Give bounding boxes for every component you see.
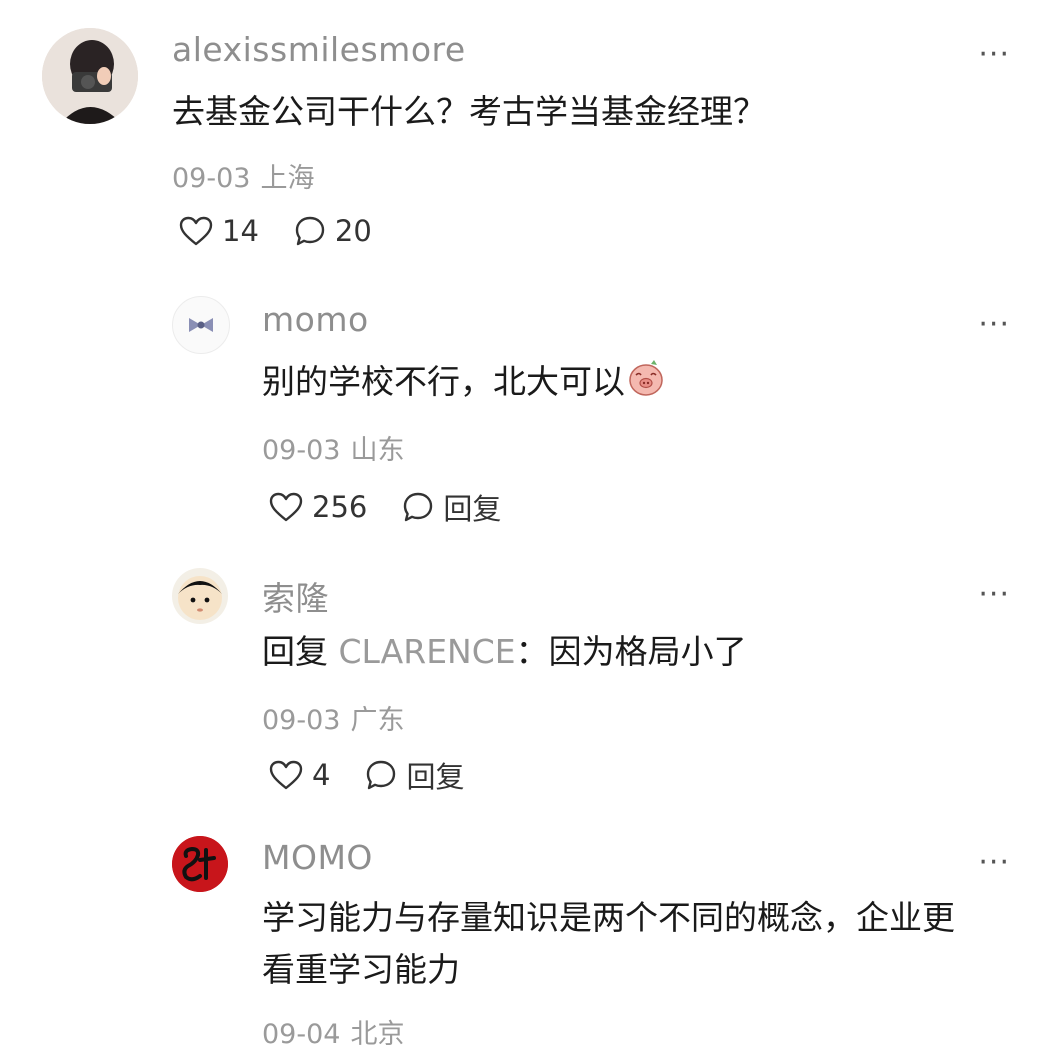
avatar[interactable] — [42, 28, 138, 124]
pig-emoji — [627, 359, 665, 412]
reply-label: 回复 — [443, 492, 502, 526]
heart-icon — [269, 760, 303, 790]
comment-meta: 09-03 广东 — [262, 698, 404, 737]
reply-button[interactable]: 回复 — [364, 754, 464, 796]
like-count: 14 — [222, 214, 259, 248]
more-options-button[interactable]: ··· — [978, 310, 1010, 340]
comment-date: 09-03 — [262, 435, 341, 466]
comment-location: 广东 — [350, 705, 405, 736]
comment-bubble-icon — [367, 760, 396, 790]
comment-text: 学习能力与存量知识是两个不同的概念，企业更 看重学习能力 — [262, 892, 955, 996]
more-options-button[interactable]: ··· — [978, 580, 1010, 610]
comment-text: 回复 CLARENCE：因为格局小了 — [262, 626, 747, 678]
comment-date: 09-03 — [262, 705, 341, 736]
username[interactable]: momo — [262, 300, 369, 339]
username[interactable]: MOMO — [262, 838, 373, 877]
logo-avatar-icon — [172, 836, 228, 892]
like-button[interactable]: 4 — [268, 758, 330, 792]
like-count: 256 — [312, 490, 368, 524]
heart-icon — [179, 216, 213, 246]
comment-actions: 4 回复 — [268, 754, 498, 796]
reply-button[interactable]: 20 — [293, 214, 372, 248]
comment-meta: 09-04 北京 — [262, 1012, 404, 1051]
like-count: 4 — [312, 758, 331, 792]
reply-label: 回复 — [406, 760, 465, 794]
heart-icon — [269, 492, 303, 522]
comment-text-body: ：因为格局小了 — [515, 632, 747, 671]
reply-label: 20 — [334, 214, 372, 248]
comment-text: 别的学校不行，北大可以 — [262, 356, 665, 412]
mention-link[interactable]: CLARENCE — [339, 632, 516, 671]
comment-bubble-icon — [404, 492, 433, 522]
username[interactable]: 索隆 — [262, 572, 329, 620]
comment-text-body: 别的学校不行，北大可以 — [262, 362, 625, 401]
comment-location: 北京 — [350, 1019, 405, 1050]
comment-date: 09-04 — [262, 1019, 341, 1050]
comment-text: 去基金公司干什么？考古学当基金经理？ — [172, 92, 766, 131]
more-options-button[interactable]: ··· — [978, 40, 1010, 70]
avatar[interactable] — [172, 836, 228, 892]
cartoon-face-icon — [178, 576, 222, 620]
like-button[interactable]: 256 — [268, 490, 367, 524]
comment-text-line: 学习能力与存量知识是两个不同的概念，企业更 — [262, 898, 955, 937]
comment-actions: 14 20 — [178, 214, 406, 248]
avatar-photo-icon — [42, 28, 138, 124]
comment-location: 山东 — [350, 435, 405, 466]
bow-icon — [189, 318, 213, 332]
username[interactable]: alexissmilesmore — [172, 30, 466, 69]
comment-meta: 09-03 上海 — [172, 156, 314, 195]
comment-meta: 09-03 山东 — [262, 428, 404, 467]
comment-text-line: 看重学习能力 — [262, 950, 460, 989]
reply-prefix: 回复 — [262, 632, 328, 671]
reply-button[interactable]: 回复 — [401, 486, 501, 528]
avatar[interactable] — [172, 296, 230, 354]
more-options-button[interactable]: ··· — [978, 848, 1010, 878]
comment-actions: 256 回复 — [268, 486, 535, 528]
avatar[interactable] — [172, 568, 228, 624]
comment-location: 上海 — [260, 163, 315, 194]
like-button[interactable]: 14 — [178, 214, 259, 248]
comment-bubble-icon — [295, 216, 325, 246]
comment-date: 09-03 — [172, 163, 251, 194]
